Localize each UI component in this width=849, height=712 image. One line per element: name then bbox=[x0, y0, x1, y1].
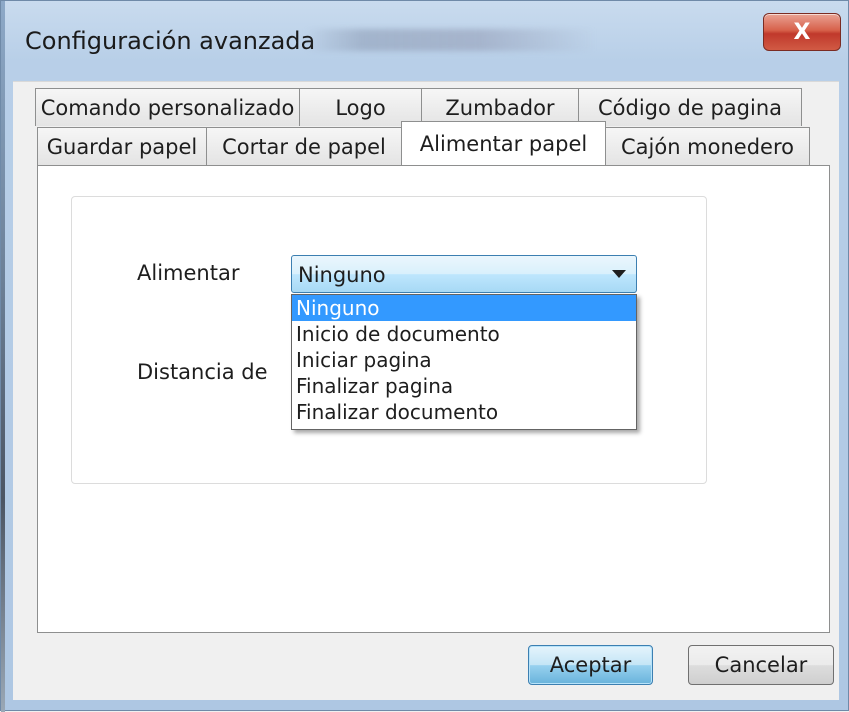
feed-dropdown-list: Ninguno Inicio de documento Iniciar pagi… bbox=[291, 294, 637, 430]
cancel-button[interactable]: Cancelar bbox=[688, 645, 834, 685]
tab-cortar-de-papel[interactable]: Cortar de papel bbox=[206, 127, 402, 165]
dialog-window: Configuración avanzada X Comando persona… bbox=[0, 0, 849, 712]
close-icon: X bbox=[793, 19, 811, 45]
title-bar[interactable]: Configuración avanzada X bbox=[5, 1, 849, 81]
dropdown-option-ninguno[interactable]: Ninguno bbox=[292, 295, 636, 321]
dropdown-option-iniciar-pagina[interactable]: Iniciar pagina bbox=[292, 347, 636, 373]
dialog-client-area: Comando personalizado Logo Zumbador Códi… bbox=[13, 81, 839, 700]
window-title: Configuración avanzada bbox=[25, 27, 316, 55]
dropdown-option-finalizar-pagina[interactable]: Finalizar pagina bbox=[292, 373, 636, 399]
tab-codigo-de-pagina[interactable]: Código de pagina bbox=[578, 88, 802, 126]
tab-comando-personalizado[interactable]: Comando personalizado bbox=[35, 88, 300, 126]
dropdown-option-finalizar-documento[interactable]: Finalizar documento bbox=[292, 399, 636, 425]
tab-guardar-papel[interactable]: Guardar papel bbox=[37, 127, 207, 165]
background-window-edge bbox=[1, 1, 5, 712]
tab-cajon-monedero[interactable]: Cajón monedero bbox=[605, 127, 810, 165]
tab-alimentar-papel[interactable]: Alimentar papel bbox=[401, 121, 606, 165]
distance-label: Distancia de bbox=[137, 360, 268, 384]
chevron-down-icon[interactable] bbox=[612, 270, 626, 278]
tab-row-bottom: Guardar papel Cortar de papel Alimentar … bbox=[37, 121, 810, 165]
close-button[interactable]: X bbox=[763, 13, 841, 51]
feed-combobox[interactable]: Ninguno bbox=[291, 255, 637, 293]
title-blur bbox=[305, 29, 595, 51]
feed-combobox-value: Ninguno bbox=[298, 263, 386, 287]
dropdown-option-inicio-de-documento[interactable]: Inicio de documento bbox=[292, 321, 636, 347]
feed-label: Alimentar bbox=[137, 261, 240, 285]
accept-button[interactable]: Aceptar bbox=[528, 645, 653, 685]
